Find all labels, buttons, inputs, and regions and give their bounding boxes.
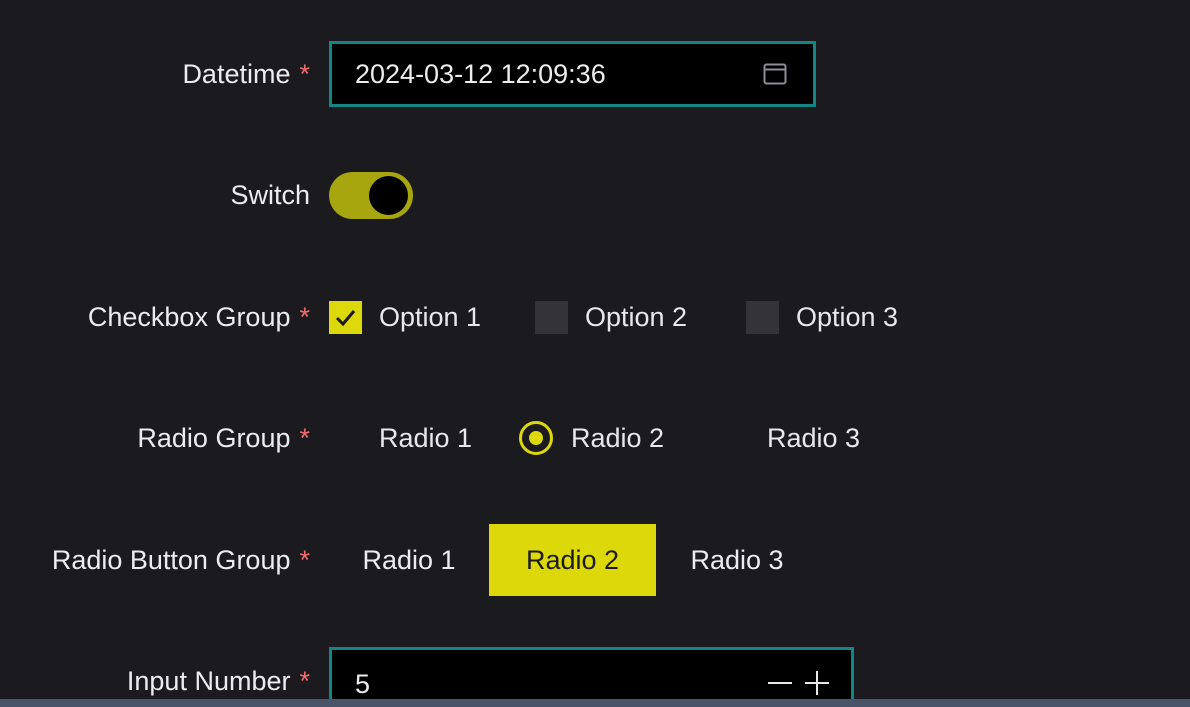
number-value[interactable]: 5	[355, 660, 370, 699]
switch-toggle[interactable]	[329, 172, 413, 219]
input-number-label-text: Input Number	[126, 666, 291, 696]
switch-label-text: Switch	[230, 180, 310, 210]
radio-dot	[529, 431, 543, 445]
radio-button-label: Radio 3	[690, 545, 784, 575]
required-mark: *	[299, 545, 310, 575]
datetime-label-text: Datetime	[182, 59, 291, 89]
checkbox-group-row: Checkbox Group * Option 1 Option 2 Option…	[0, 281, 1190, 353]
datetime-label: Datetime *	[182, 38, 310, 110]
radio-option-label: Radio 1	[379, 423, 473, 453]
check-icon	[335, 310, 356, 327]
radio-group-label: Radio Group *	[137, 402, 310, 474]
radio-group-label-text: Radio Group	[137, 423, 291, 453]
radio-button-group-label: Radio Button Group *	[52, 524, 310, 596]
switch-knob	[369, 176, 408, 215]
checkbox-group-label: Checkbox Group *	[88, 281, 310, 353]
checkbox-checked[interactable]	[329, 301, 362, 334]
minus-icon[interactable]	[767, 670, 793, 696]
checkbox-group-label-text: Checkbox Group	[87, 302, 291, 332]
radio-button-group-row: Radio Button Group * Radio 1 Radio 2 Radi…	[0, 524, 1190, 596]
calendar-icon[interactable]	[763, 62, 787, 86]
checkbox-unchecked[interactable]	[746, 301, 779, 334]
radio-button-label: Radio 2	[525, 545, 620, 575]
checkbox-option-label: Option 1	[379, 302, 482, 332]
input-number-row: Input Number * 5	[0, 645, 1190, 699]
switch-label: Switch	[230, 159, 310, 231]
switch-row: Switch	[0, 159, 1190, 231]
checkbox-option-label: Option 2	[585, 302, 688, 332]
radio-option-label: Radio 2	[571, 423, 665, 453]
plus-icon[interactable]	[804, 670, 830, 696]
checkbox-option-label: Option 3	[796, 302, 899, 332]
radio-button-group-label-text: Radio Button Group	[51, 545, 291, 575]
datetime-value[interactable]: 2024-03-12 12:09:36	[355, 44, 606, 104]
radio-option-3[interactable]: Radio 3	[767, 402, 860, 474]
datetime-row: Datetime * 2024-03-12 12:09:36	[0, 38, 1190, 110]
required-mark: *	[299, 302, 310, 332]
radio-button-label: Radio 1	[362, 545, 456, 575]
bottom-bar	[0, 699, 1190, 707]
radio-group-row: Radio Group * Radio 1 Radio 2 Radio 3	[0, 402, 1190, 474]
number-input[interactable]: 5	[329, 647, 854, 699]
input-number-label: Input Number *	[127, 645, 310, 699]
checkbox-unchecked[interactable]	[535, 301, 568, 334]
required-mark: *	[299, 423, 310, 453]
radio-button-2[interactable]: Radio 2	[489, 524, 656, 596]
required-mark: *	[299, 59, 310, 89]
required-mark: *	[299, 666, 310, 696]
radio-option-label: Radio 3	[767, 423, 861, 453]
radio-button-3[interactable]: Radio 3	[656, 524, 818, 596]
datetime-input[interactable]: 2024-03-12 12:09:36	[329, 41, 816, 107]
radio-selected-indicator[interactable]	[519, 421, 553, 455]
radio-button-1[interactable]: Radio 1	[329, 524, 489, 596]
radio-option-1[interactable]: Radio 1	[379, 402, 472, 474]
settings-form: Datetime * 2024-03-12 12:09:36 Switch Ch…	[0, 0, 1190, 699]
